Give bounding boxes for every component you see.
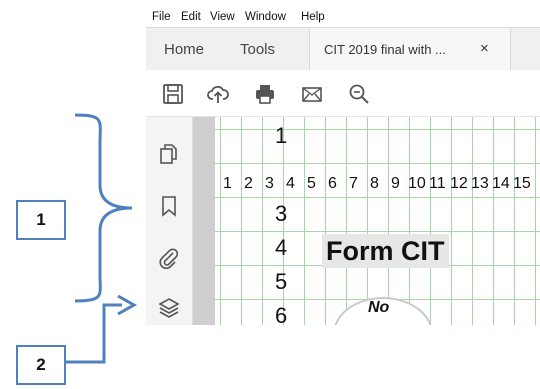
search-zoom-icon[interactable] — [348, 83, 370, 105]
row-number: 5 — [275, 269, 288, 294]
column-number: 10 — [408, 175, 426, 192]
column-number: 4 — [286, 175, 295, 192]
callout-label-2: 2 — [16, 345, 66, 385]
menu-edit[interactable]: Edit — [181, 11, 201, 23]
menu-view[interactable]: View — [210, 11, 235, 23]
column-number: 11 — [429, 175, 446, 192]
column-number: 13 — [471, 175, 489, 192]
column-number: 6 — [328, 175, 337, 192]
row-number: 6 — [275, 303, 288, 325]
document-page: 1 3 4 5 6 1 2 3 4 5 6 7 8 9 10 11 12 13 … — [215, 117, 540, 325]
curly-brace — [74, 113, 133, 303]
acrobat-window: File Edit View Window Help Home Tools CI… — [146, 7, 540, 325]
print-icon[interactable] — [254, 83, 276, 105]
close-tab-button[interactable]: × — [480, 40, 489, 57]
column-number: 14 — [492, 175, 510, 192]
attachment-icon[interactable] — [158, 247, 180, 269]
menu-help[interactable]: Help — [301, 11, 325, 23]
column-number: 1 — [223, 175, 232, 192]
row-number: 3 — [275, 201, 288, 226]
column-number: 9 — [391, 175, 400, 192]
left-navigation-pane — [146, 117, 193, 325]
column-number: 3 — [265, 175, 274, 192]
page-gutter — [193, 117, 215, 325]
callout-arrow — [66, 303, 122, 364]
column-number: 8 — [370, 175, 379, 192]
row-number: 1 — [275, 123, 288, 148]
column-number: 12 — [450, 175, 468, 192]
column-number: 7 — [349, 175, 358, 192]
form-title: Form CIT — [322, 234, 449, 268]
column-number: 2 — [244, 175, 253, 192]
row-number: 4 — [275, 235, 288, 260]
callout-label-1: 1 — [16, 200, 66, 240]
column-number: 5 — [307, 175, 316, 192]
tab-tools[interactable]: Tools — [240, 41, 275, 58]
menu-file[interactable]: File — [152, 11, 171, 23]
tab-home[interactable]: Home — [164, 41, 204, 58]
bookmark-icon[interactable] — [158, 195, 180, 217]
toolbar — [146, 70, 540, 117]
save-icon[interactable] — [162, 83, 184, 105]
page-thumbnails-icon[interactable] — [158, 143, 180, 165]
column-number: 15 — [513, 175, 531, 192]
oval-text: No — [368, 299, 390, 316]
menu-bar: File Edit View Window Help — [146, 7, 540, 27]
layers-icon[interactable] — [158, 297, 180, 319]
upload-icon[interactable] — [207, 83, 229, 105]
tab-document[interactable]: CIT 2019 final with ... × — [309, 28, 511, 70]
menu-window[interactable]: Window — [245, 11, 286, 23]
tab-bar: Home Tools CIT 2019 final with ... × — [146, 27, 540, 71]
callout-arrowhead — [117, 294, 138, 316]
email-icon[interactable] — [301, 83, 323, 105]
document-tab-title: CIT 2019 final with ... — [324, 42, 446, 57]
